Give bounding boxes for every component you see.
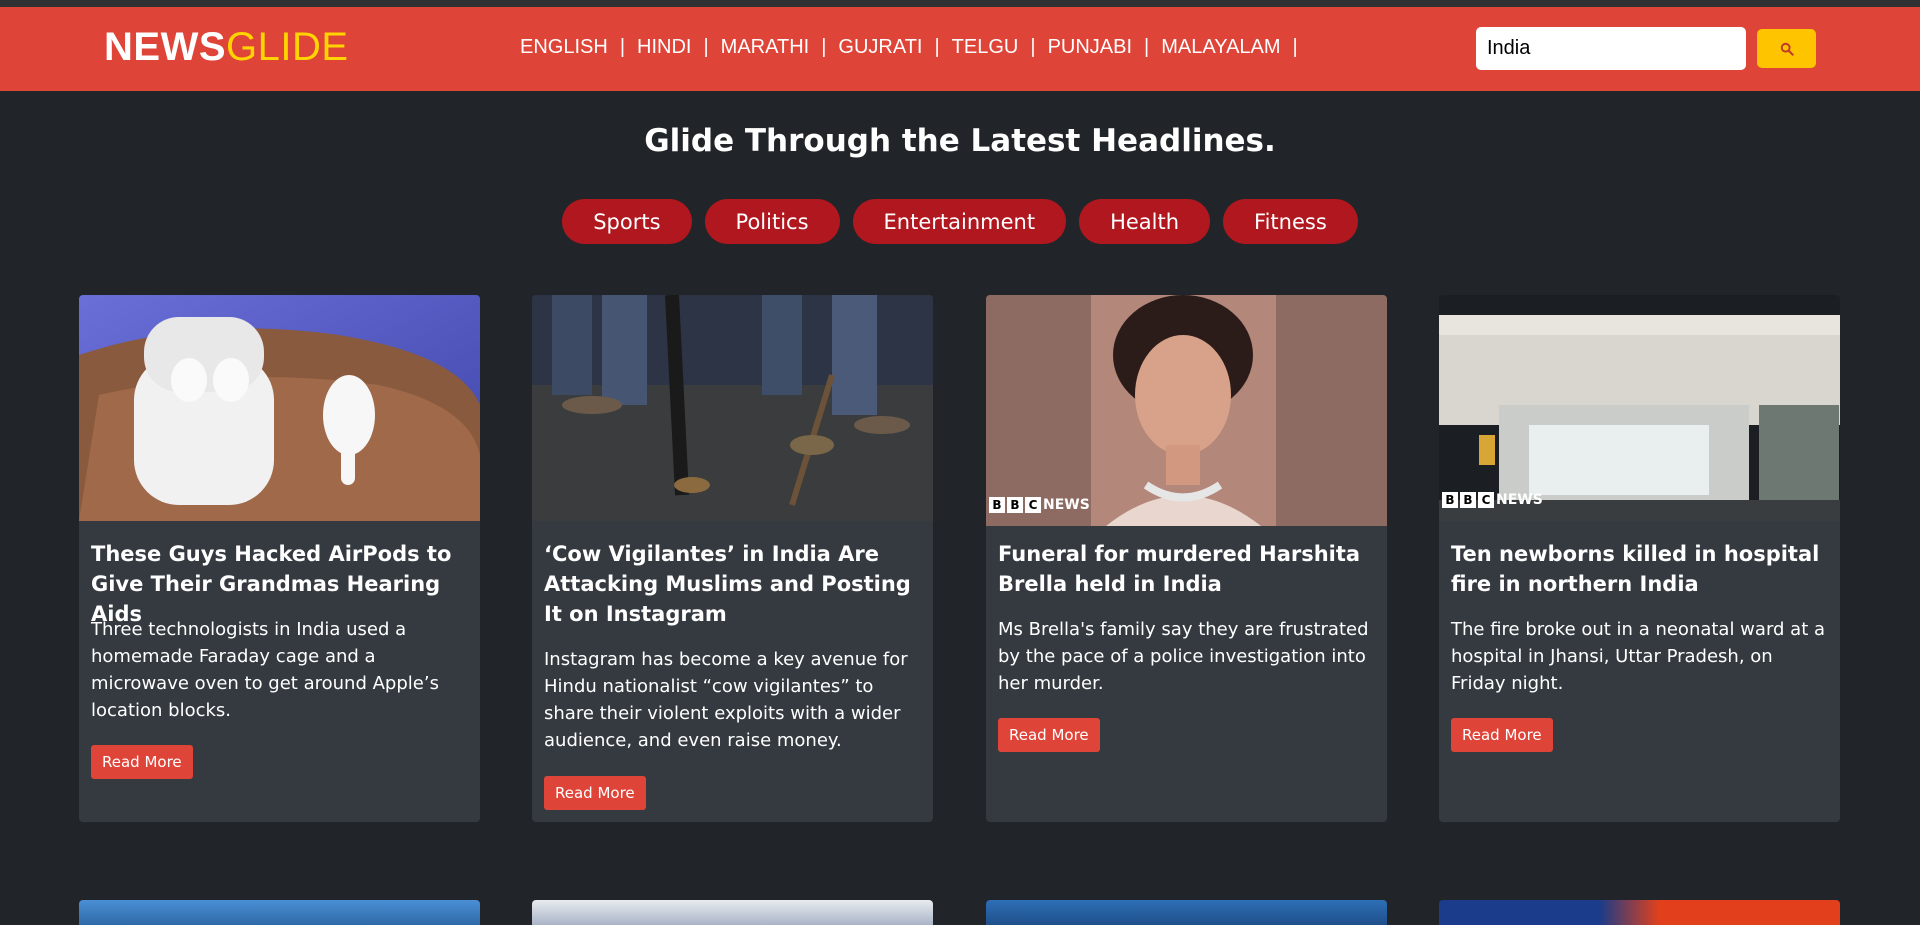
search-button[interactable] xyxy=(1757,29,1816,68)
lang-separator: | xyxy=(1144,36,1150,58)
read-more-button[interactable]: Read More xyxy=(1451,718,1553,752)
lang-hindi[interactable]: HINDI xyxy=(637,36,691,59)
read-more-button[interactable]: Read More xyxy=(91,745,193,779)
news-card: B B C NEWS Ten newborns killed in hospit… xyxy=(1439,295,1840,822)
brand-logo[interactable]: NEWSGLIDE xyxy=(104,25,349,70)
card-description: Three technologists in India used a home… xyxy=(91,619,439,721)
card-image-hospital-fire[interactable]: B B C NEWS xyxy=(1439,295,1840,521)
navbar: NEWSGLIDE ENGLISH | HINDI | MARATHI | GU… xyxy=(0,7,1920,91)
news-card: B B C NEWS Funeral for murdered Harshita… xyxy=(986,295,1387,822)
category-entertainment[interactable]: Entertainment xyxy=(852,199,1067,244)
search-icon xyxy=(1780,42,1794,56)
category-fitness[interactable]: Fitness xyxy=(1223,199,1358,244)
page-headline: Glide Through the Latest Headlines. xyxy=(644,123,1276,159)
card-title[interactable]: ‘Cow Vigilantes’ in India Are Attacking … xyxy=(544,539,924,629)
bbc-news-logo: B B C NEWS xyxy=(1442,492,1543,508)
language-nav: ENGLISH | HINDI | MARATHI | GUJRATI | TE… xyxy=(520,36,1310,59)
card-title[interactable]: Ten newborns killed in hospital fire in … xyxy=(1451,539,1831,599)
lang-separator: | xyxy=(619,36,626,58)
card-image-harshita-brella[interactable]: B B C NEWS xyxy=(986,295,1387,526)
card-description: The fire broke out in a neonatal ward at… xyxy=(1451,619,1826,694)
card-image-cow-vigilantes[interactable] xyxy=(532,295,933,521)
lang-separator: | xyxy=(1030,36,1036,58)
news-card-image-partial[interactable] xyxy=(986,900,1387,925)
lang-punjabi[interactable]: PUNJABI xyxy=(1048,36,1132,59)
news-card: ‘Cow Vigilantes’ in India Are Attacking … xyxy=(532,295,933,822)
category-sports[interactable]: Sports xyxy=(562,199,692,244)
card-description: Instagram has become a key avenue for Hi… xyxy=(544,649,908,751)
category-politics[interactable]: Politics xyxy=(704,199,840,244)
search-input[interactable] xyxy=(1476,27,1746,70)
news-card-image-partial[interactable] xyxy=(532,900,933,925)
category-pills: Sports Politics Entertainment Health Fit… xyxy=(0,199,1920,244)
lang-telgu[interactable]: TELGU xyxy=(952,36,1019,59)
lang-separator: | xyxy=(821,36,827,58)
card-image-airpods[interactable] xyxy=(79,295,480,521)
brand-part-news: NEWS xyxy=(104,25,226,69)
bbc-news-logo: B B C NEWS xyxy=(989,497,1090,513)
news-card: These Guys Hacked AirPods to Give Their … xyxy=(79,295,480,822)
window-top-strip xyxy=(0,0,1920,7)
lang-marathi[interactable]: MARATHI xyxy=(721,36,810,59)
news-card-image-partial[interactable] xyxy=(1439,900,1840,925)
brand-part-glide: GLIDE xyxy=(226,25,349,69)
lang-gujrati[interactable]: GUJRATI xyxy=(838,36,922,59)
category-health[interactable]: Health xyxy=(1079,199,1211,244)
lang-malayalam[interactable]: MALAYALAM xyxy=(1161,36,1280,59)
lang-separator: | xyxy=(703,36,709,58)
card-title[interactable]: Funeral for murdered Harshita Brella hel… xyxy=(998,539,1378,599)
news-card-image-partial[interactable] xyxy=(79,900,480,925)
lang-english[interactable]: ENGLISH xyxy=(520,36,608,59)
card-description: Ms Brella's family say they are frustrat… xyxy=(998,619,1369,694)
lang-separator: | xyxy=(1292,36,1298,58)
read-more-button[interactable]: Read More xyxy=(998,718,1100,752)
lang-separator: | xyxy=(934,36,940,58)
read-more-button[interactable]: Read More xyxy=(544,776,646,810)
